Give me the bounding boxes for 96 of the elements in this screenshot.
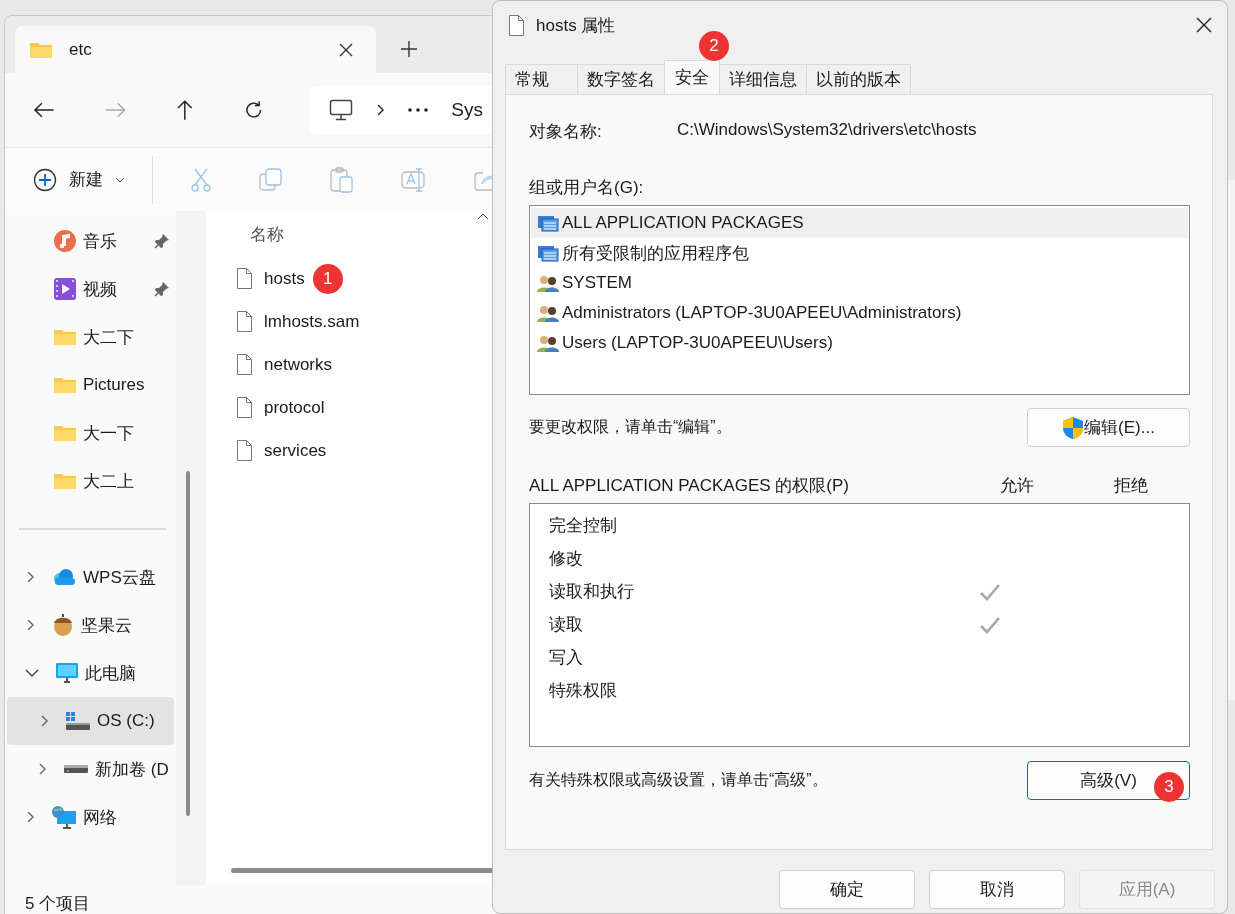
object-path: C:\Windows\System32\drivers\etc\hosts	[677, 120, 977, 141]
chevron-right-icon[interactable]	[25, 618, 35, 632]
shield-icon	[1062, 415, 1085, 440]
window-title: hosts 属性	[536, 14, 617, 37]
column-header[interactable]: 名称	[250, 222, 284, 246]
edit-button[interactable]: 编辑(E)...	[1027, 408, 1190, 447]
app-package-icon	[537, 214, 559, 232]
new-button[interactable]: 新建	[29, 163, 129, 196]
permission-name: 完全控制	[549, 515, 618, 537]
close-icon[interactable]	[338, 41, 354, 58]
dialog-button[interactable]: 确定	[779, 870, 915, 909]
back-arrow-icon[interactable]	[33, 101, 55, 119]
file-name[interactable]: protocol	[264, 397, 325, 418]
hint-text: 有关特殊权限或高级设置，请单击“高级”。	[529, 770, 828, 790]
close-icon[interactable]	[1195, 16, 1213, 34]
plus-circle-icon	[33, 167, 57, 192]
permission-name: 读取	[549, 614, 584, 636]
acorn-icon	[51, 613, 75, 637]
chevron-right-icon[interactable]	[37, 762, 47, 776]
folder-tab[interactable]: etc	[15, 26, 376, 73]
tab-title: etc	[69, 39, 93, 60]
chevron-right-icon[interactable]	[39, 714, 49, 728]
hint-text: 要更改权限，请单击“编辑”。	[529, 417, 732, 437]
advanced-button[interactable]: 高级(V) 3	[1027, 761, 1190, 800]
file-name[interactable]: networks	[264, 354, 333, 375]
users-icon	[537, 274, 559, 292]
sort-caret-icon	[477, 213, 489, 220]
list-item[interactable]: Administrators (LAPTOP-3U0APEEU\Administrators)	[531, 298, 1188, 328]
sidebar-item[interactable]: 新加卷 (D	[5, 745, 176, 793]
permission-name: 修改	[549, 548, 584, 570]
list-item[interactable]: ALL APPLICATION PACKAGES	[531, 208, 1188, 238]
file-name[interactable]: hosts	[264, 268, 305, 289]
more-icon[interactable]	[407, 107, 430, 113]
sidebar-item[interactable]: OS (C:)	[7, 697, 174, 745]
sidebar-item[interactable]: 此电脑	[5, 649, 176, 697]
permission-name: 读取和执行	[549, 581, 635, 603]
users-icon	[537, 334, 559, 352]
permission-name: 特殊权限	[549, 680, 618, 702]
sidebar-item[interactable]: 坚果云	[5, 601, 176, 649]
dialog-button[interactable]: 取消	[929, 870, 1065, 909]
network-globe-icon	[51, 805, 77, 829]
sidebar-item[interactable]: 大一下	[5, 409, 176, 457]
new-tab-icon[interactable]	[400, 40, 418, 58]
up-arrow-icon[interactable]	[176, 99, 194, 121]
users-icon	[537, 304, 559, 322]
file-icon	[508, 13, 525, 37]
folder-icon	[53, 327, 77, 347]
list-item[interactable]: SYSTEM	[531, 268, 1188, 298]
sidebar-item[interactable]: 大二下	[5, 313, 176, 361]
caret-icon	[115, 176, 125, 183]
folder-icon	[53, 375, 77, 395]
tab[interactable]: 安全	[664, 60, 720, 94]
file-name[interactable]: services	[264, 440, 327, 461]
list-item[interactable]: 所有受限制的应用程序包	[531, 238, 1188, 268]
app-package-icon	[537, 244, 559, 262]
drive-icon	[63, 763, 89, 775]
sidebar-item[interactable]: 音乐	[5, 217, 176, 265]
sidebar-item[interactable]: 大二上	[5, 457, 176, 505]
folder-icon	[53, 471, 77, 491]
file-icon	[236, 310, 253, 333]
section-label: 组或用户名(G):	[529, 177, 645, 199]
file-name[interactable]: lmhosts.sam	[264, 311, 360, 332]
music-note-icon	[53, 229, 77, 253]
chevron-right-icon	[375, 103, 386, 117]
drive-icon	[65, 711, 91, 731]
permission-name: 写入	[549, 647, 584, 669]
file-icon	[236, 353, 253, 376]
number-badge: 2	[699, 31, 729, 61]
cloud-icon	[51, 567, 77, 587]
sidebar-item[interactable]: Pictures	[5, 361, 176, 409]
monitor-icon	[55, 662, 79, 684]
item-count: 5 个项目	[25, 892, 91, 914]
breadcrumb[interactable]: Sys	[451, 99, 483, 121]
field-label: 对象名称:	[529, 121, 603, 143]
sidebar-item[interactable]: 视频	[5, 265, 176, 313]
file-icon	[236, 267, 253, 290]
section-label: ALL APPLICATION PACKAGES 的权限(P)	[529, 475, 850, 497]
clipboard-icon[interactable]	[330, 166, 354, 193]
column-header: 允许	[999, 475, 1035, 497]
sidebar-item[interactable]: WPS云盘	[5, 553, 176, 601]
chevron-right-icon[interactable]	[25, 570, 35, 584]
scrollbar[interactable]	[186, 471, 190, 816]
chevron-right-icon[interactable]	[25, 810, 35, 824]
refresh-icon[interactable]	[243, 100, 264, 120]
tab[interactable]: 常规	[505, 64, 578, 94]
column-header: 拒绝	[1113, 475, 1149, 497]
file-icon	[236, 439, 253, 462]
sidebar-item[interactable]: 网络	[5, 793, 176, 841]
number-badge: 3	[1154, 772, 1184, 802]
number-badge: 1	[312, 263, 343, 294]
video-icon	[53, 277, 77, 301]
tab[interactable]: 以前的版本	[806, 64, 911, 94]
file-icon	[236, 396, 253, 419]
folder-icon	[53, 423, 77, 443]
list-item[interactable]: Users (LAPTOP-3U0APEEU\Users)	[531, 328, 1188, 358]
monitor-icon	[329, 99, 354, 121]
